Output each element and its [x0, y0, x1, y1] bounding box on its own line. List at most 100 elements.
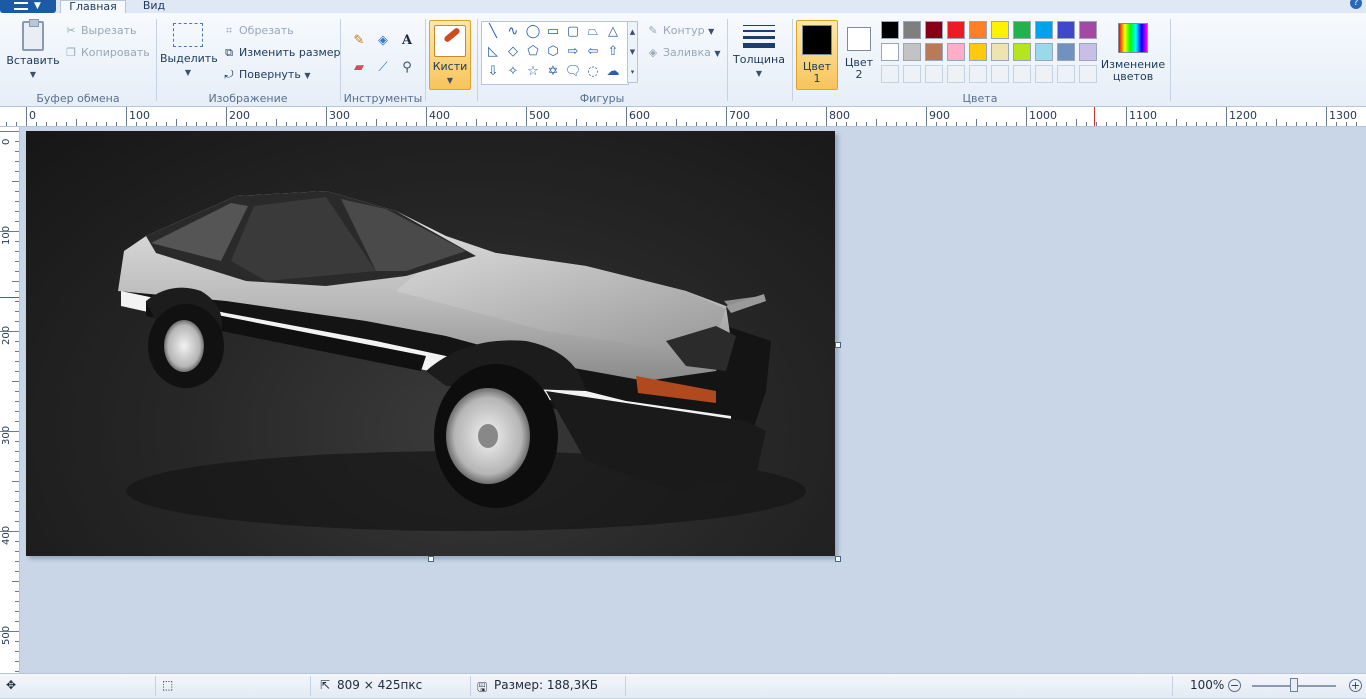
palette-swatch[interactable] — [1057, 43, 1075, 61]
ruler-tick — [876, 119, 877, 126]
arrow-left-shape-icon[interactable]: ⇦ — [584, 43, 602, 61]
line-shape-icon[interactable]: ╲ — [484, 23, 502, 41]
help-icon[interactable]: ? — [1350, 0, 1362, 9]
right-triangle-shape-icon[interactable]: ◺ — [484, 43, 502, 61]
star5-shape-icon[interactable]: ☆ — [524, 63, 542, 81]
eraser-icon[interactable]: ▰ — [349, 57, 369, 77]
ruler-tick — [1056, 122, 1057, 126]
triangle-shape-icon[interactable]: △ — [604, 23, 622, 41]
resize-handle-right[interactable] — [835, 342, 841, 348]
shapes-scrollbar[interactable]: ▲ ▼ ▾ — [627, 21, 638, 83]
palette-custom-slot[interactable] — [991, 65, 1009, 83]
callout-rect-shape-icon[interactable]: 🗨 — [564, 63, 582, 81]
tab-home[interactable]: Главная — [60, 0, 126, 13]
expand-gallery-icon[interactable]: ▾ — [628, 62, 637, 82]
palette-swatch[interactable] — [881, 43, 899, 61]
oval-shape-icon[interactable]: ◯ — [524, 23, 542, 41]
zoom-out-button[interactable]: − — [1228, 679, 1241, 692]
edit-colors-button[interactable]: Изменение цветов — [1100, 21, 1166, 83]
curve-shape-icon[interactable]: ∿ — [504, 23, 522, 41]
palette-swatch[interactable] — [903, 21, 921, 39]
ruler-tick — [15, 221, 19, 222]
rectangle-shape-icon[interactable]: ▭ — [544, 23, 562, 41]
palette-swatch[interactable] — [903, 43, 921, 61]
arrow-right-shape-icon[interactable]: ⇨ — [564, 43, 582, 61]
palette-swatch[interactable] — [969, 43, 987, 61]
resize-handle-bottom[interactable] — [428, 556, 434, 562]
palette-custom-slot[interactable] — [1079, 65, 1097, 83]
text-tool-icon[interactable]: A — [397, 30, 417, 50]
brushes-button[interactable]: Кисти ▼ — [429, 20, 471, 90]
palette-swatch[interactable] — [1013, 21, 1031, 39]
select-button[interactable]: Выделить ▼ — [160, 23, 218, 78]
palette-swatch[interactable] — [1035, 21, 1053, 39]
fill-bucket-icon[interactable]: ◈ — [373, 30, 393, 50]
palette-custom-slot[interactable] — [947, 65, 965, 83]
fill-button[interactable]: ◈ Заливка ▼ — [646, 44, 721, 62]
palette-swatch[interactable] — [991, 43, 1009, 61]
scroll-up-icon[interactable]: ▲ — [628, 22, 637, 42]
palette-swatch[interactable] — [947, 43, 965, 61]
color2-button[interactable]: Цвет 2 — [840, 20, 878, 90]
palette-swatch[interactable] — [1035, 43, 1053, 61]
ruler-tick — [416, 122, 417, 126]
arrow-down-shape-icon[interactable]: ⇩ — [484, 63, 502, 81]
ruler-tick — [1276, 119, 1277, 126]
palette-custom-slot[interactable] — [969, 65, 987, 83]
color-picker-icon[interactable]: ⟋ — [373, 57, 393, 77]
palette-swatch[interactable] — [1079, 43, 1097, 61]
palette-swatch[interactable] — [969, 21, 987, 39]
cut-button[interactable]: ✂ Вырезать — [64, 22, 136, 40]
thickness-button[interactable]: Толщина ▼ — [732, 23, 786, 79]
polygon-shape-icon[interactable]: ⏢ — [584, 23, 602, 41]
ruler-tick — [0, 131, 19, 132]
callout-cloud-shape-icon[interactable]: ☁ — [604, 63, 622, 81]
app-menu-button[interactable]: ▼ — [0, 0, 56, 13]
palette-swatch[interactable] — [925, 43, 943, 61]
palette-swatch[interactable] — [1079, 21, 1097, 39]
zoom-slider-thumb[interactable] — [1290, 678, 1298, 692]
ruler-label: 700 — [729, 109, 750, 122]
image-canvas[interactable] — [26, 131, 835, 556]
copy-button[interactable]: ❐ Копировать — [64, 44, 150, 62]
crop-button[interactable]: ⌗ Обрезать — [222, 22, 294, 40]
paste-button[interactable]: Вставить ▼ — [6, 19, 60, 80]
ruler-tick — [15, 611, 19, 612]
ruler-tick — [15, 561, 19, 562]
outline-button[interactable]: ✎ Контур ▼ — [646, 22, 714, 40]
palette-custom-slot[interactable] — [1013, 65, 1031, 83]
diamond-shape-icon[interactable]: ◇ — [504, 43, 522, 61]
rotate-button[interactable]: ⤾ Повернуть ▼ — [222, 66, 310, 84]
palette-swatch[interactable] — [1057, 21, 1075, 39]
arrow-up-shape-icon[interactable]: ⇧ — [604, 43, 622, 61]
palette-custom-slot[interactable] — [881, 65, 899, 83]
rounded-rectangle-shape-icon[interactable]: ▢ — [564, 23, 582, 41]
palette-custom-slot[interactable] — [925, 65, 943, 83]
star6-shape-icon[interactable]: ✡ — [544, 63, 562, 81]
pencil-icon[interactable]: ✎ — [349, 30, 369, 50]
ruler-tick — [15, 541, 19, 542]
pentagon-shape-icon[interactable]: ⬠ — [524, 43, 542, 61]
color1-button[interactable]: Цвет 1 — [796, 20, 838, 90]
resize-handle-corner[interactable] — [835, 556, 841, 562]
palette-swatch[interactable] — [925, 21, 943, 39]
star4-shape-icon[interactable]: ✧ — [504, 63, 522, 81]
palette-swatch[interactable] — [881, 21, 899, 39]
ruler-tick — [86, 122, 87, 126]
ruler-tick — [1046, 122, 1047, 126]
zoom-in-button[interactable]: + — [1349, 679, 1362, 692]
scroll-down-icon[interactable]: ▼ — [628, 42, 637, 62]
palette-custom-slot[interactable] — [1035, 65, 1053, 83]
palette-swatch[interactable] — [1013, 43, 1031, 61]
ruler-tick — [346, 122, 347, 126]
resize-button[interactable]: ⧉ Изменить размер — [222, 44, 340, 62]
hexagon-shape-icon[interactable]: ⬡ — [544, 43, 562, 61]
palette-swatch[interactable] — [947, 21, 965, 39]
palette-custom-slot[interactable] — [903, 65, 921, 83]
tab-view[interactable]: Вид — [136, 0, 172, 13]
callout-oval-shape-icon[interactable]: ◌ — [584, 63, 602, 81]
ruler-tick — [666, 122, 667, 126]
palette-swatch[interactable] — [991, 21, 1009, 39]
palette-custom-slot[interactable] — [1057, 65, 1075, 83]
magnifier-icon[interactable]: ⚲ — [397, 57, 417, 77]
